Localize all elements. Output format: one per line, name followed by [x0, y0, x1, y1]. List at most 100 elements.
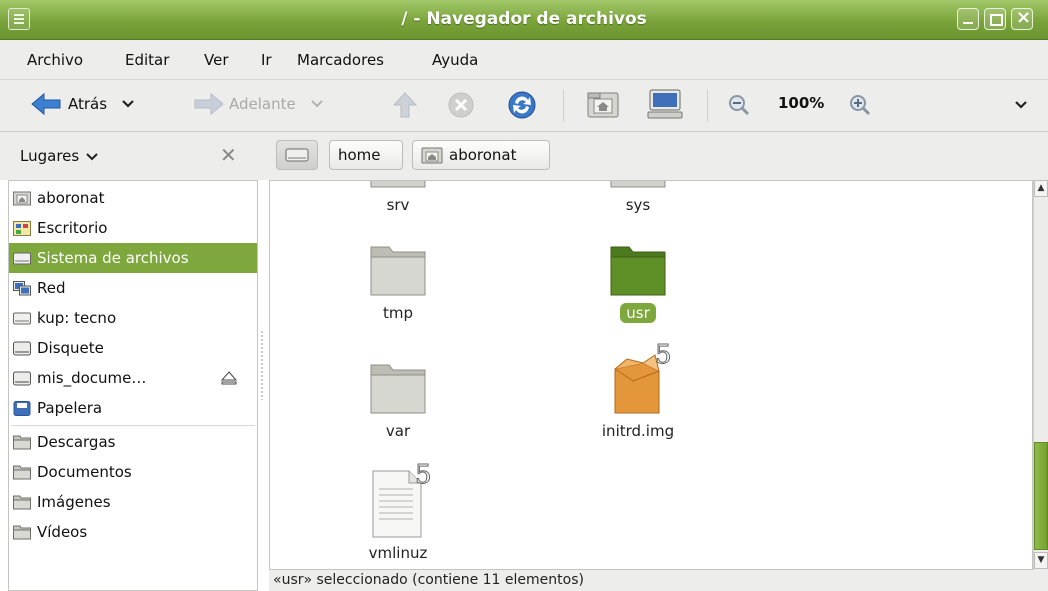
toolbar-overflow-button[interactable] [1014, 100, 1028, 110]
forward-label: Adelante [229, 95, 296, 113]
menu-marcadores[interactable]: Marcadores [297, 51, 384, 69]
stop-button[interactable] [446, 90, 476, 120]
chevron-down-icon[interactable] [121, 99, 135, 109]
package-icon: 5 [614, 340, 672, 414]
places-sidebar: aboronat Escritorio Sistema de archivos … [8, 180, 258, 591]
sidebar-item-descargas[interactable]: Descargas [9, 427, 257, 457]
drive-icon [285, 148, 309, 162]
file-item-label: tmp [382, 304, 413, 322]
folder-icon [370, 246, 426, 296]
sidebar-item-papelera[interactable]: Papelera [9, 393, 257, 423]
chevron-down-icon[interactable] [310, 99, 324, 109]
scroll-up-button[interactable]: ▲ [1034, 180, 1048, 197]
zoom-out-button[interactable] [727, 93, 751, 117]
file-item-tmp[interactable]: tmp [328, 243, 468, 323]
pane-resize-handle[interactable] [260, 330, 264, 400]
folder-icon [13, 465, 31, 479]
file-item-initrd[interactable]: 5 initrd.img [568, 340, 708, 441]
back-label: Atrás [68, 95, 108, 113]
window-title: / - Navegador de archivos [401, 9, 647, 29]
close-button[interactable] [1011, 7, 1033, 30]
home-folder-icon [13, 191, 31, 205]
sidebar-item-kup-tecno[interactable]: kup: tecno [9, 303, 257, 333]
folder-icon [13, 495, 31, 509]
file-item-sys[interactable]: sys [568, 181, 708, 215]
home-button[interactable] [586, 89, 620, 119]
close-sidebar-icon[interactable]: ✕ [220, 143, 237, 167]
up-button[interactable] [390, 90, 420, 120]
sidebar-item-documentos[interactable]: Documentos [9, 457, 257, 487]
zoom-level[interactable]: 100% [778, 94, 824, 112]
menu-ver[interactable]: Ver [204, 51, 229, 69]
eject-icon[interactable] [221, 371, 237, 385]
breadcrumb-home[interactable]: home [329, 140, 403, 170]
computer-icon [647, 89, 683, 119]
menu-bar: Archivo Editar Ver Ir Marcadores Ayuda [0, 40, 1048, 80]
menu-ir[interactable]: Ir [261, 51, 272, 69]
chevron-down-icon [1015, 101, 1027, 109]
sidebar-item-label: Vídeos [37, 523, 88, 541]
reload-button[interactable] [506, 89, 538, 121]
computer-button[interactable] [646, 88, 684, 120]
forward-button[interactable]: Adelante [193, 92, 324, 116]
zoom-in-icon [850, 95, 871, 116]
places-dropdown[interactable]: Lugares [20, 147, 98, 165]
chevron-down-icon [86, 153, 98, 161]
sidebar-item-label: kup: tecno [37, 309, 117, 327]
file-view: srv sys tmp usr var 5 initrd.img 5 vmlin… [269, 180, 1033, 570]
sidebar-item-label: Documentos [37, 463, 132, 481]
stop-icon [448, 92, 474, 118]
home-folder-icon [421, 147, 443, 164]
floppy-icon [13, 341, 31, 355]
sidebar-item-label: mis_docume… [37, 369, 147, 387]
sidebar-item-imagenes[interactable]: Imágenes [9, 487, 257, 517]
sidebar-item-sistema-de-archivos[interactable]: Sistema de archivos [9, 243, 257, 273]
breadcrumb-home-label: home [338, 146, 381, 164]
drive-icon [13, 371, 31, 385]
breadcrumb-root[interactable] [276, 140, 318, 170]
folder-icon [610, 246, 666, 296]
file-item-usr[interactable]: usr [568, 243, 708, 323]
menu-archivo[interactable]: Archivo [27, 51, 83, 69]
sidebar-item-videos[interactable]: Vídeos [9, 517, 257, 547]
trash-icon [13, 400, 31, 416]
folder-icon [13, 525, 31, 539]
sidebar-item-escritorio[interactable]: Escritorio [9, 213, 257, 243]
sidebar-item-label: Red [37, 279, 66, 297]
menu-editar[interactable]: Editar [125, 51, 169, 69]
svg-text:5: 5 [415, 460, 432, 490]
sidebar-item-label: Escritorio [37, 219, 108, 237]
sidebar-item-label: Descargas [37, 433, 116, 451]
home-icon [587, 92, 619, 118]
file-item-vmlinuz[interactable]: 5 vmlinuz [328, 459, 468, 563]
folder-icon [370, 181, 426, 188]
arrow-right-icon [194, 92, 224, 116]
breadcrumb-aboronat[interactable]: aboronat [412, 140, 550, 170]
network-icon [13, 280, 31, 295]
sidebar-item-red[interactable]: Red [9, 273, 257, 303]
file-item-label: initrd.img [601, 422, 675, 440]
sidebar-item-mis-documentos[interactable]: mis_docume… [9, 363, 257, 393]
vertical-scrollbar[interactable]: ▲ ▼ [1033, 180, 1048, 570]
desktop-icon [13, 220, 31, 236]
file-item-var[interactable]: var [328, 361, 468, 441]
file-item-srv[interactable]: srv [328, 181, 468, 215]
file-item-label: vmlinuz [368, 544, 428, 562]
folder-icon [13, 435, 31, 449]
file-item-label: var [385, 422, 411, 440]
scroll-down-button[interactable]: ▼ [1034, 552, 1048, 569]
arrow-up-icon [392, 92, 418, 118]
places-label: Lugares [20, 147, 80, 165]
zoom-in-button[interactable] [848, 93, 872, 117]
sidebar-item-disquete[interactable]: Disquete [9, 333, 257, 363]
scrollbar-thumb[interactable] [1034, 442, 1048, 550]
sidebar-item-label: Sistema de archivos [37, 249, 189, 267]
folder-icon [610, 181, 666, 188]
menu-ayuda[interactable]: Ayuda [432, 51, 478, 69]
sidebar-item-aboronat[interactable]: aboronat [9, 183, 257, 213]
reload-icon [508, 91, 536, 119]
maximize-button[interactable] [984, 8, 1006, 30]
minimize-button[interactable] [957, 8, 979, 30]
zoom-out-icon [729, 95, 750, 116]
back-button[interactable]: Atrás [30, 92, 135, 116]
